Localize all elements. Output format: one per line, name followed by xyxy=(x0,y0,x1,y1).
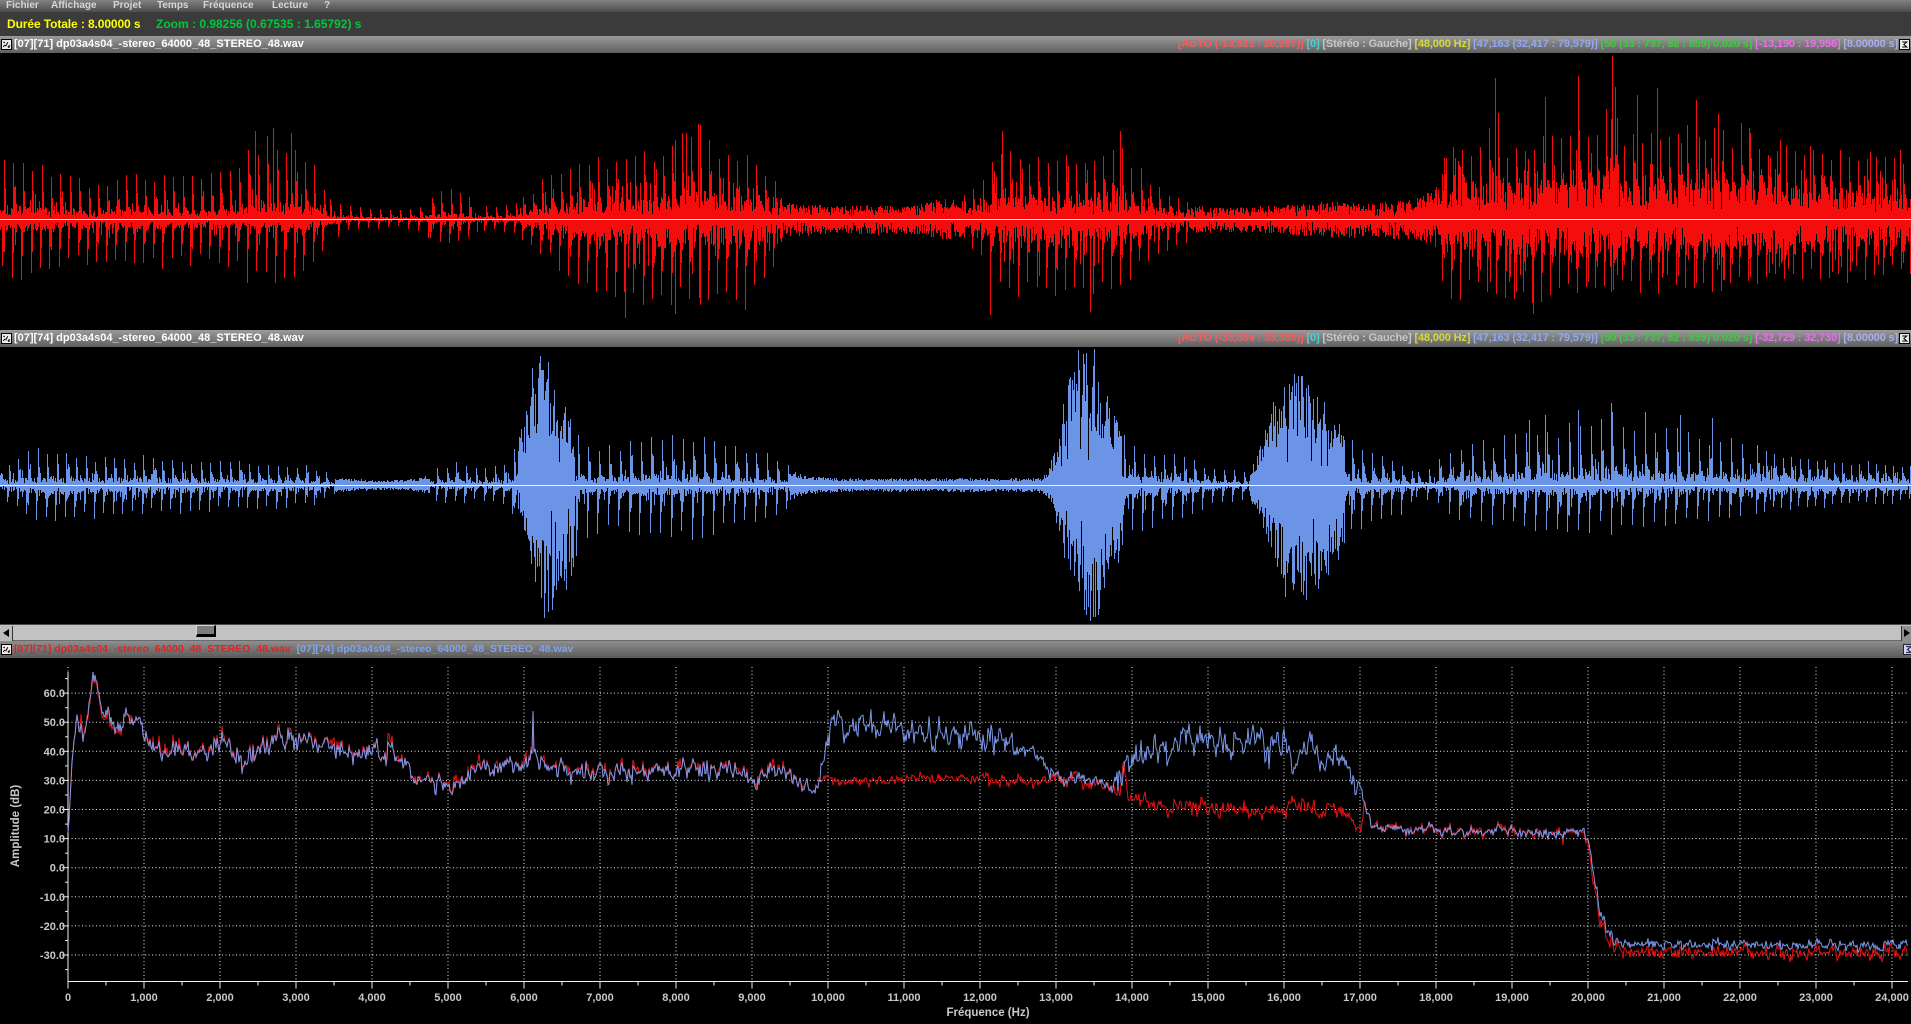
svg-text:0: 0 xyxy=(65,992,71,1004)
svg-text:23,000: 23,000 xyxy=(1799,992,1833,1004)
svg-text:4,000: 4,000 xyxy=(358,992,386,1004)
svg-text:24,000: 24,000 xyxy=(1875,992,1909,1004)
svg-text:3,000: 3,000 xyxy=(282,992,310,1004)
svg-text:2,000: 2,000 xyxy=(206,992,234,1004)
svg-text:22,000: 22,000 xyxy=(1723,992,1757,1004)
svg-text:-30.0: -30.0 xyxy=(40,950,65,962)
svg-text:8,000: 8,000 xyxy=(662,992,690,1004)
svg-text:16,000: 16,000 xyxy=(1267,992,1301,1004)
svg-text:19,000: 19,000 xyxy=(1495,992,1529,1004)
svg-text:18,000: 18,000 xyxy=(1419,992,1453,1004)
svg-text:9,000: 9,000 xyxy=(738,992,766,1004)
svg-text:30.0: 30.0 xyxy=(44,775,65,787)
svg-text:Amplitude (dB): Amplitude (dB) xyxy=(10,785,22,868)
svg-text:40.0: 40.0 xyxy=(44,746,65,758)
svg-text:Fréquence (Hz): Fréquence (Hz) xyxy=(946,1007,1029,1019)
svg-text:20.0: 20.0 xyxy=(44,805,65,817)
svg-text:10.0: 10.0 xyxy=(44,834,65,846)
svg-text:17,000: 17,000 xyxy=(1343,992,1377,1004)
svg-text:5,000: 5,000 xyxy=(434,992,462,1004)
svg-text:12,000: 12,000 xyxy=(963,992,997,1004)
svg-text:-10.0: -10.0 xyxy=(40,892,65,904)
svg-text:6,000: 6,000 xyxy=(510,992,538,1004)
svg-text:60.0: 60.0 xyxy=(44,688,65,700)
svg-text:-20.0: -20.0 xyxy=(40,921,65,933)
svg-text:1,000: 1,000 xyxy=(130,992,158,1004)
svg-text:13,000: 13,000 xyxy=(1039,992,1073,1004)
svg-text:50.0: 50.0 xyxy=(44,717,65,729)
svg-text:15,000: 15,000 xyxy=(1191,992,1225,1004)
svg-text:0.0: 0.0 xyxy=(50,863,65,875)
svg-text:11,000: 11,000 xyxy=(887,992,920,1004)
svg-text:7,000: 7,000 xyxy=(586,992,614,1004)
svg-text:10,000: 10,000 xyxy=(811,992,845,1004)
svg-text:14,000: 14,000 xyxy=(1115,992,1149,1004)
svg-text:20,000: 20,000 xyxy=(1571,992,1605,1004)
svg-text:21,000: 21,000 xyxy=(1647,992,1681,1004)
